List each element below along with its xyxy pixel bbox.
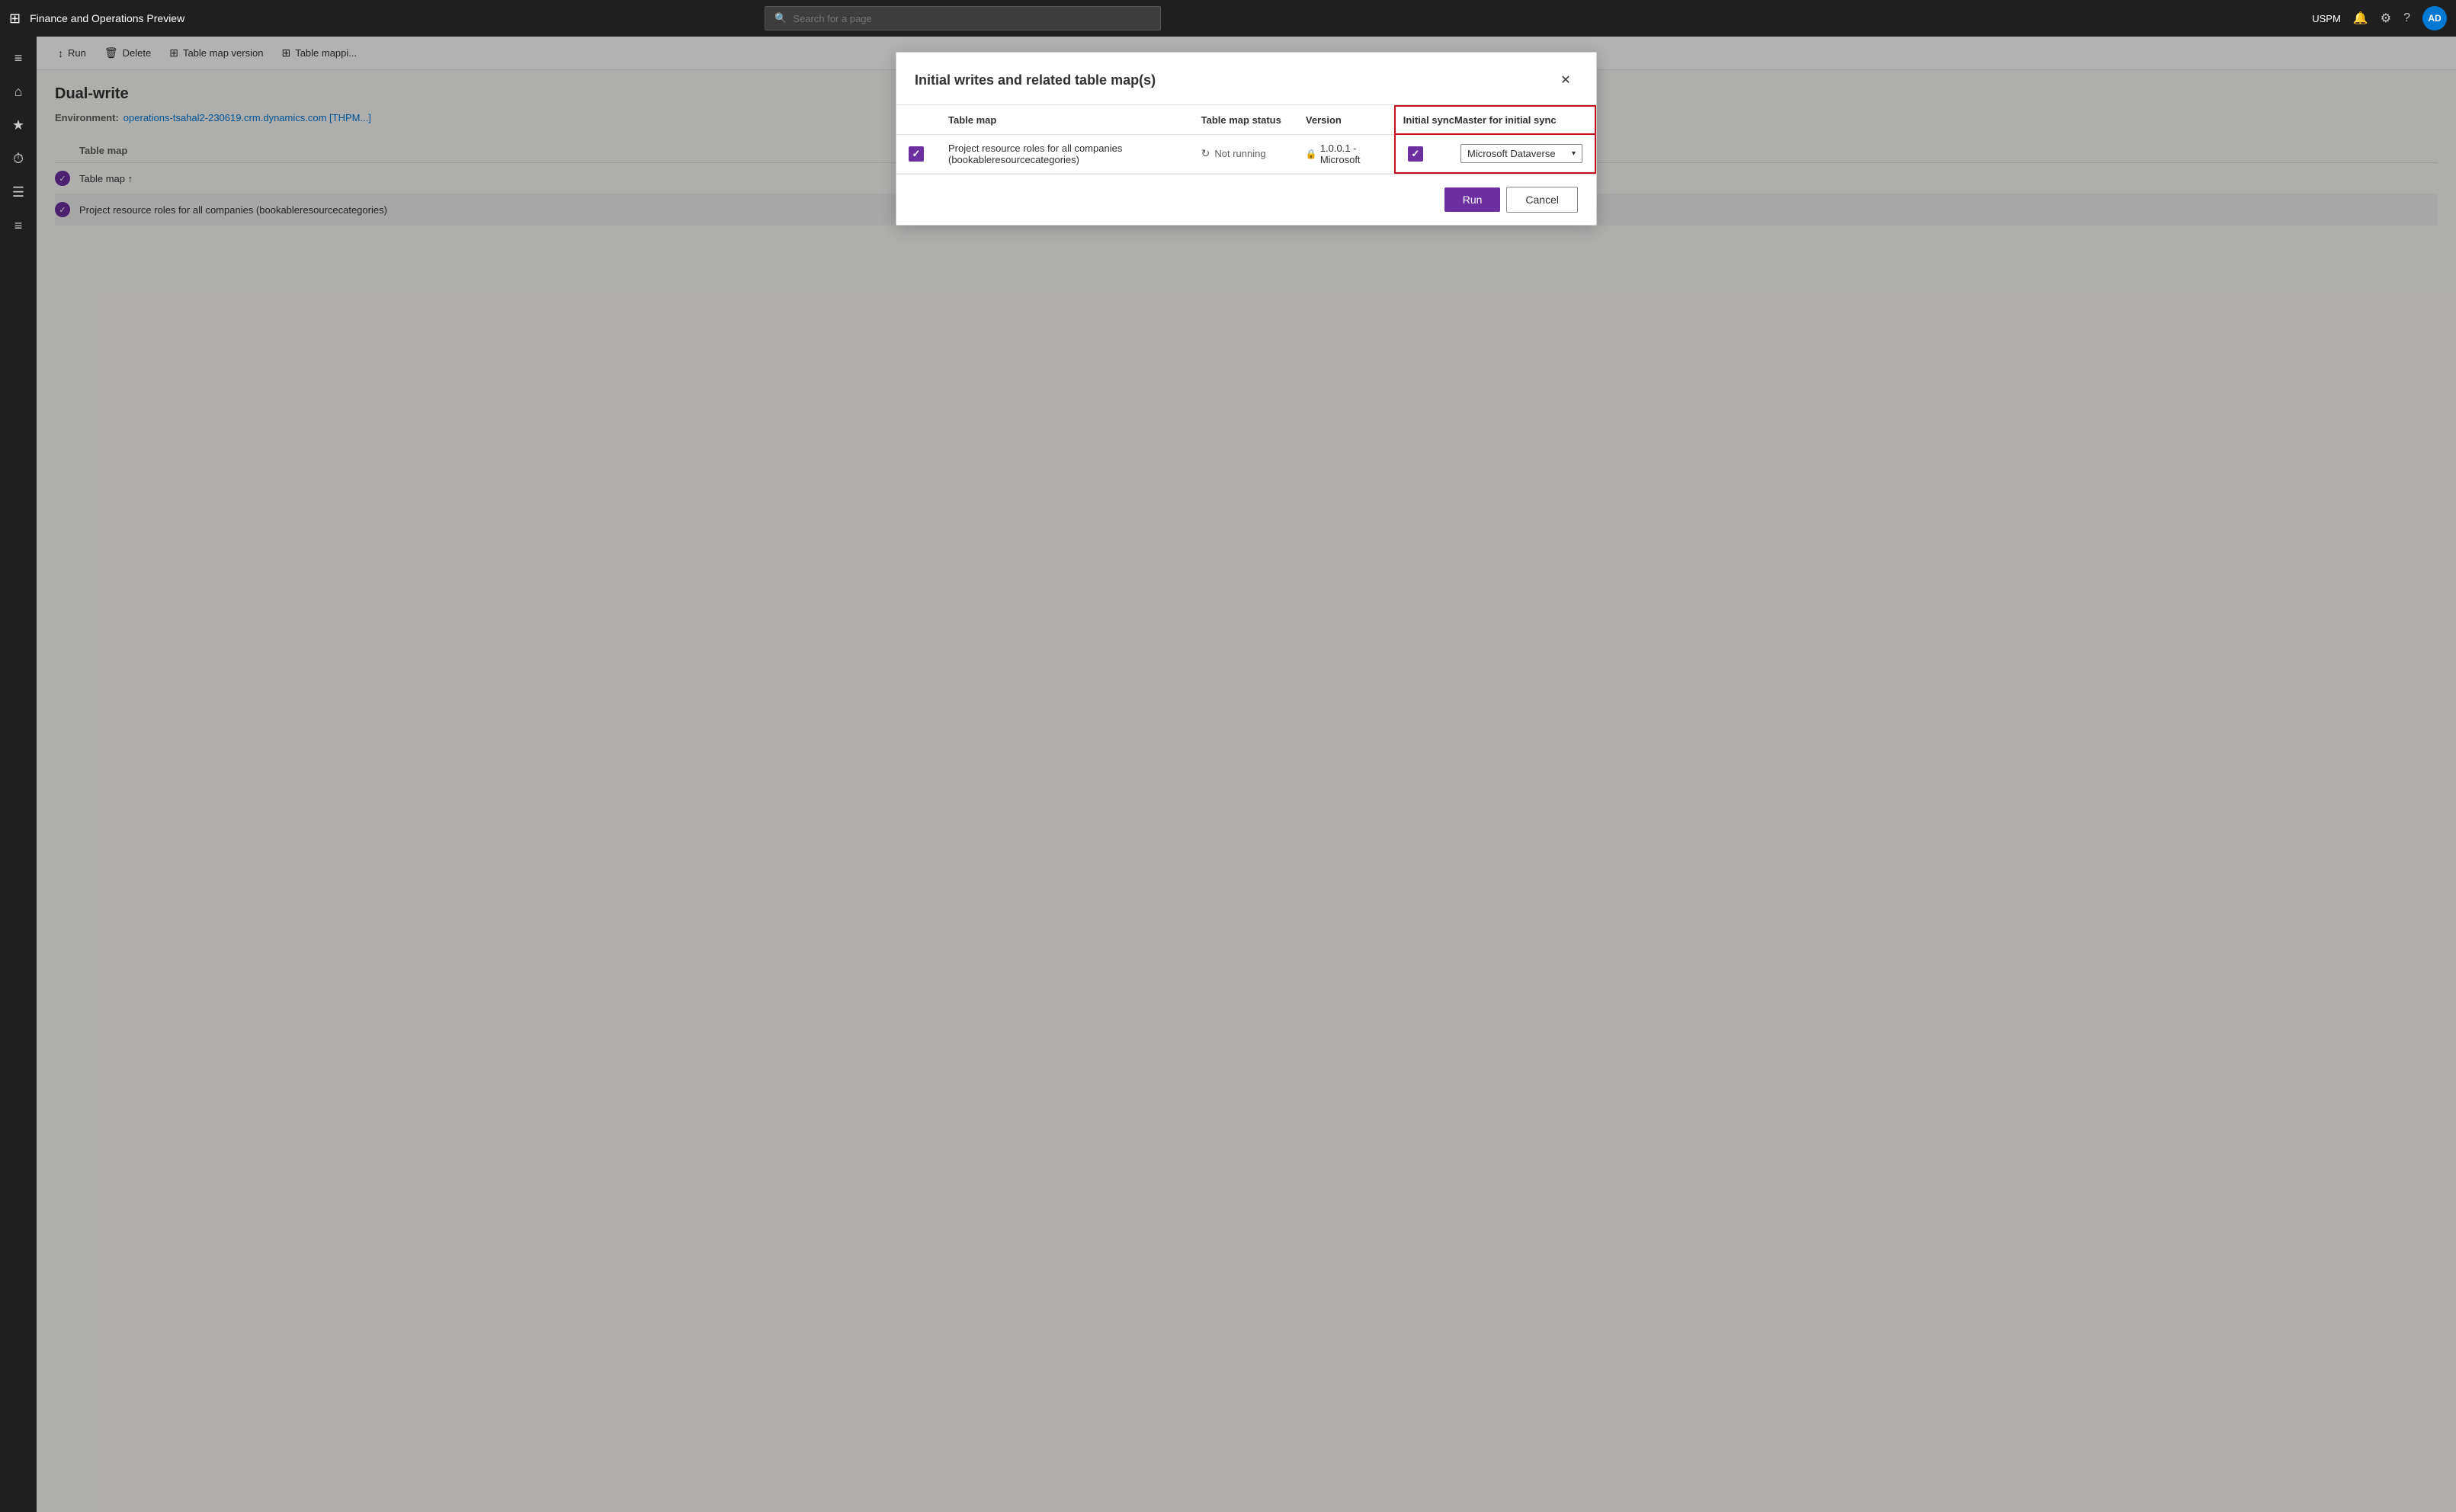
initial-sync-checkbox[interactable]: ✓ [1408, 146, 1423, 162]
sidebar-recent-icon[interactable]: ⏱ [3, 143, 34, 174]
help-icon[interactable]: ? [2403, 11, 2410, 25]
username-label: USPM [2312, 13, 2341, 24]
settings-icon[interactable]: ⚙ [2381, 11, 2391, 26]
modal-overlay: Initial writes and related table map(s) … [37, 37, 2456, 1512]
modal-header: Initial writes and related table map(s) … [896, 53, 1596, 105]
user-avatar[interactable]: AD [2422, 6, 2447, 30]
col-table-map-header: Table map [936, 106, 1189, 134]
app-title: Finance and Operations Preview [30, 12, 184, 24]
main-area: ↕ Run 🗑 Delete ⊞ Table map version ⊞ Tab… [37, 37, 2456, 1512]
master-dropdown-value: Microsoft Dataverse [1467, 148, 1556, 159]
search-bar[interactable]: 🔍 [765, 6, 1161, 30]
row-checkbox-cell: ✓ [896, 134, 936, 173]
lock-icon: 🔒 [1306, 149, 1317, 159]
left-sidebar: ≡ ⌂ ★ ⏱ ☰ ≡ [0, 37, 37, 1512]
row-version-cell: 🔒 1.0.0.1 - Microsoft [1294, 134, 1395, 173]
nav-right-area: USPM 🔔 ⚙ ? AD [2312, 6, 2447, 30]
modal-title: Initial writes and related table map(s) [915, 72, 1156, 88]
search-input[interactable] [793, 13, 1151, 24]
col-version-header: Version [1294, 106, 1395, 134]
sidebar-menu-icon[interactable]: ≡ [3, 43, 34, 73]
not-running-icon: ↻ [1201, 147, 1210, 160]
col-initial-sync-header: Initial sync [1395, 106, 1454, 134]
chevron-down-icon: ▾ [1572, 149, 1576, 158]
modal-cancel-button[interactable]: Cancel [1506, 187, 1578, 213]
grid-menu-icon[interactable]: ⊞ [9, 11, 21, 27]
status-badge: ↻ Not running [1201, 147, 1281, 160]
col-status-header: Table map status [1189, 106, 1294, 134]
row-table-map-cell: Project resource roles for all companies… [936, 134, 1189, 173]
master-dropdown[interactable]: Microsoft Dataverse ▾ [1460, 144, 1582, 163]
modal-table-data-row: ✓ Project resource roles for all compani… [896, 134, 1595, 173]
row-checkbox[interactable]: ✓ [909, 146, 924, 162]
modal-body: Table map Table map status Version Initi… [896, 105, 1596, 174]
modal-run-button[interactable]: Run [1444, 187, 1501, 212]
search-icon: 🔍 [774, 12, 787, 24]
top-navigation: ⊞ Finance and Operations Preview 🔍 USPM … [0, 0, 2456, 37]
row-initial-sync-cell: ✓ [1395, 134, 1454, 173]
row-table-map-name: Project resource roles for all companies… [948, 143, 1122, 165]
modal-dialog: Initial writes and related table map(s) … [896, 52, 1597, 226]
version-badge: 🔒 1.0.0.1 - Microsoft [1306, 143, 1382, 165]
sidebar-favorites-icon[interactable]: ★ [3, 110, 34, 140]
row-master-cell: Microsoft Dataverse ▾ [1454, 134, 1595, 173]
sidebar-home-icon[interactable]: ⌂ [3, 76, 34, 107]
modal-table-header-row: Table map Table map status Version Initi… [896, 106, 1595, 134]
modal-footer: Run Cancel [896, 174, 1596, 225]
modal-close-button[interactable]: ✕ [1553, 68, 1578, 92]
modal-table: Table map Table map status Version Initi… [896, 105, 1596, 174]
sidebar-workspaces-icon[interactable]: ☰ [3, 177, 34, 207]
col-check-header [896, 106, 936, 134]
bell-icon[interactable]: 🔔 [2353, 11, 2368, 26]
version-text: 1.0.0.1 - Microsoft [1320, 143, 1382, 165]
sidebar-modules-icon[interactable]: ≡ [3, 210, 34, 241]
status-text: Not running [1214, 148, 1265, 159]
row-status-cell: ↻ Not running [1189, 134, 1294, 173]
col-master-header: Master for initial sync [1454, 106, 1595, 134]
